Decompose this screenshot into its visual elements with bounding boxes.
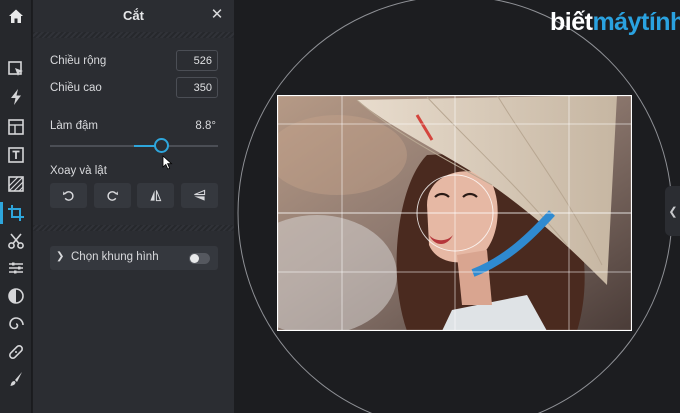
flip-vertical-button[interactable] bbox=[181, 183, 218, 208]
text-icon bbox=[8, 147, 24, 163]
cut-icon bbox=[8, 233, 24, 249]
flip-horizontal-button[interactable] bbox=[137, 183, 174, 208]
cursor-icon bbox=[162, 155, 173, 170]
chevron-right-icon: ❯ bbox=[56, 251, 65, 262]
select-tool-button[interactable] bbox=[0, 55, 32, 83]
rotate-right-icon bbox=[107, 191, 119, 201]
pointer-icon bbox=[8, 61, 23, 76]
toggle-knob bbox=[190, 254, 199, 263]
contrast-icon bbox=[8, 288, 24, 304]
watermark-part2: máytính bbox=[592, 8, 680, 36]
collapse-panel-handle[interactable]: ❮ bbox=[665, 186, 680, 236]
swirl-tool-button[interactable] bbox=[0, 310, 32, 338]
rotate-left-button[interactable] bbox=[50, 183, 87, 208]
rotate-left-icon bbox=[62, 191, 74, 201]
retouch-tool-button[interactable] bbox=[0, 338, 32, 366]
panel-header: Cắt ✕ bbox=[33, 0, 234, 32]
canvas-area: biếtmáytính ❮ bbox=[234, 0, 680, 413]
close-icon: ✕ bbox=[210, 6, 224, 23]
effects-tool-button[interactable] bbox=[0, 282, 32, 310]
close-button[interactable]: ✕ bbox=[210, 6, 224, 24]
frame-label: Chọn khung hình bbox=[71, 251, 159, 263]
bandage-icon bbox=[9, 345, 23, 359]
straighten-slider-thumb[interactable] bbox=[154, 138, 169, 153]
text-tool-button[interactable] bbox=[0, 141, 32, 169]
straighten-value: 8.8° bbox=[195, 120, 216, 132]
height-input[interactable] bbox=[176, 77, 218, 98]
flash-icon bbox=[11, 89, 21, 105]
rotate-right-button[interactable] bbox=[94, 183, 131, 208]
layout-tool-button[interactable] bbox=[0, 113, 32, 141]
crop-grid-overlay bbox=[277, 95, 632, 331]
frame-toggle[interactable] bbox=[189, 253, 210, 264]
texture-tool-button[interactable] bbox=[0, 170, 32, 198]
layout-icon bbox=[8, 119, 24, 135]
panel-title: Cắt bbox=[123, 8, 144, 23]
straighten-label: Làm đậm bbox=[50, 120, 98, 132]
frame-selector[interactable]: ❯ Chọn khung hình bbox=[50, 246, 218, 270]
crop-icon bbox=[8, 205, 24, 221]
brush-icon bbox=[10, 372, 22, 386]
chevron-left-icon: ❮ bbox=[668, 205, 678, 218]
crop-tool-button[interactable] bbox=[0, 199, 32, 227]
spiral-icon bbox=[9, 317, 24, 330]
panel-divider bbox=[33, 32, 234, 38]
width-label: Chiều rộng bbox=[50, 55, 107, 67]
adjust-tool-button[interactable] bbox=[0, 254, 32, 282]
rotate-flip-label: Xoay và lật bbox=[50, 165, 107, 177]
adjust-icon bbox=[9, 262, 23, 274]
height-label: Chiều cao bbox=[50, 82, 102, 94]
draw-tool-button[interactable] bbox=[0, 365, 32, 393]
crop-panel: Cắt ✕ Chiều rộng Chiều cao Làm đậm 8.8° … bbox=[33, 0, 234, 413]
left-toolbar bbox=[0, 0, 32, 413]
flip-horizontal-icon bbox=[150, 190, 162, 202]
watermark-logo: biếtmáytính bbox=[550, 8, 680, 37]
width-input[interactable] bbox=[176, 50, 218, 71]
cutout-tool-button[interactable] bbox=[0, 227, 32, 255]
panel-divider-2 bbox=[33, 225, 234, 231]
texture-icon bbox=[8, 176, 24, 192]
home-icon bbox=[9, 9, 23, 23]
crop-image[interactable] bbox=[277, 95, 632, 331]
enhance-tool-button[interactable] bbox=[0, 83, 32, 111]
flip-vertical-icon bbox=[194, 189, 206, 201]
watermark-part1: biết bbox=[550, 8, 593, 36]
photo-editor: Cắt ✕ Chiều rộng Chiều cao Làm đậm 8.8° … bbox=[0, 0, 680, 413]
home-button[interactable] bbox=[0, 2, 32, 30]
